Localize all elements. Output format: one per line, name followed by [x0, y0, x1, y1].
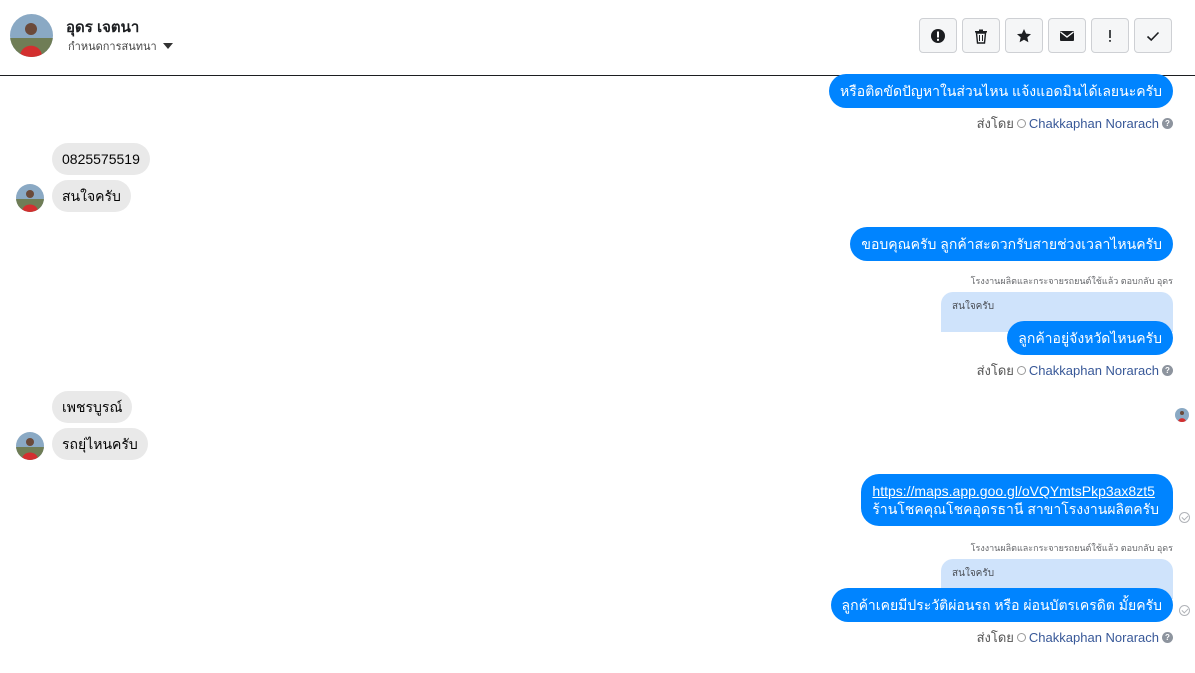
- assign-conversation-dropdown[interactable]: กำหนดการสนทนา: [68, 37, 173, 55]
- delete-button[interactable]: [962, 18, 1000, 53]
- incoming-message[interactable]: สนใจครับ: [52, 180, 131, 212]
- map-link[interactable]: https://maps.app.goo.gl/oVQYmtsPkp3ax8zt…: [872, 482, 1159, 500]
- outgoing-message[interactable]: ลูกค้าอยู่จังหวัดไหนครับ: [1007, 321, 1173, 355]
- message-text: ร้านโชคคุณโชคอุดรธานี สาขาโรงงานผลิตครับ: [872, 501, 1159, 517]
- reply-note: โรงงานผลิตและกระจายรถยนต์ใช้แล้ว ตอบกลับ…: [970, 276, 1173, 286]
- alert-circle-icon: [931, 28, 945, 43]
- sent-by-label: ส่งโดย: [976, 363, 1014, 378]
- outgoing-message[interactable]: https://maps.app.goo.gl/oVQYmtsPkp3ax8zt…: [861, 474, 1173, 526]
- agent-name-link[interactable]: Chakkaphan Norarach: [1029, 363, 1159, 378]
- incoming-message[interactable]: 0825575519: [52, 143, 150, 175]
- envelope-icon: [1060, 30, 1074, 41]
- help-icon[interactable]: ?: [1162, 632, 1173, 643]
- outgoing-message[interactable]: ลูกค้าเคยมีประวัติผ่อนรถ หรือ ผ่อนบัตรเค…: [830, 588, 1173, 622]
- sent-by-line: ส่งโดย Chakkaphan Norarach ?: [977, 113, 1173, 134]
- help-icon[interactable]: ?: [1162, 118, 1173, 129]
- contact-avatar-small: [16, 432, 44, 460]
- reply-note: โรงงานผลิตและกระจายรถยนต์ใช้แล้ว ตอบกลับ…: [970, 543, 1173, 553]
- sent-status-icon: [1179, 605, 1190, 616]
- incoming-message[interactable]: รถยุ่ไหนครับ: [52, 428, 148, 460]
- star-button[interactable]: [1005, 18, 1043, 53]
- contact-avatar[interactable]: [10, 14, 53, 57]
- outgoing-message[interactable]: หรือติดขัดปัญหาในส่วนไหน แจ้งแอดมินได้เล…: [829, 74, 1173, 108]
- sent-by-label: ส่งโดย: [976, 116, 1014, 131]
- help-icon[interactable]: ?: [1162, 365, 1173, 376]
- contact-avatar-small: [16, 184, 44, 212]
- check-icon: [1146, 31, 1160, 41]
- incoming-message[interactable]: เพชรบูรณ์: [52, 391, 133, 423]
- assign-label: กำหนดการสนทนา: [68, 41, 157, 53]
- trash-icon: [975, 29, 987, 44]
- mark-unread-button[interactable]: [1048, 18, 1086, 53]
- verified-icon: [1016, 633, 1026, 642]
- verified-icon: [1016, 119, 1026, 128]
- sent-by-label: ส่งโดย: [976, 630, 1014, 645]
- star-icon: [1017, 28, 1031, 42]
- outgoing-message[interactable]: ขอบคุณครับ ลูกค้าสะดวกรับสายช่วงเวลาไหนค…: [850, 227, 1173, 261]
- agent-name-link[interactable]: Chakkaphan Norarach: [1029, 116, 1159, 131]
- caret-down-icon: [162, 43, 173, 49]
- agent-name-link[interactable]: Chakkaphan Norarach: [1029, 630, 1159, 645]
- mark-done-button[interactable]: [1134, 18, 1172, 53]
- exclamation-icon: [1109, 29, 1111, 42]
- conversation-header: อุดร เจตนา กำหนดการสนทนา: [0, 0, 1195, 76]
- verified-icon: [1016, 366, 1026, 375]
- seen-avatar: [1175, 408, 1189, 422]
- sent-by-line: ส่งโดย Chakkaphan Norarach ?: [977, 360, 1173, 381]
- contact-name[interactable]: อุดร เจตนา: [66, 15, 139, 39]
- sent-status-icon: [1179, 512, 1190, 523]
- sent-by-line: ส่งโดย Chakkaphan Norarach ?: [977, 627, 1173, 648]
- follow-up-button[interactable]: [1091, 18, 1129, 53]
- spam-button[interactable]: [919, 18, 957, 53]
